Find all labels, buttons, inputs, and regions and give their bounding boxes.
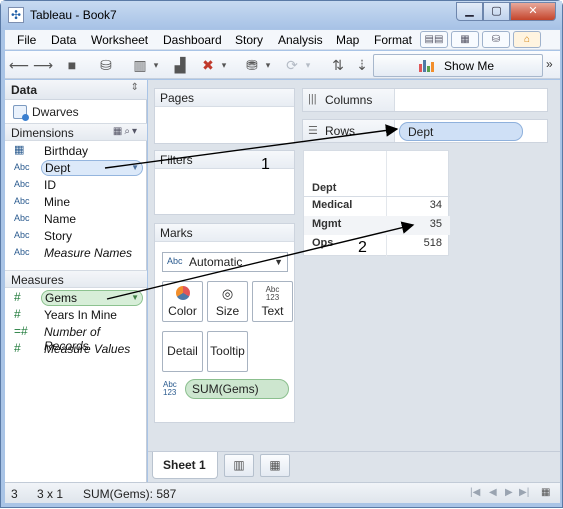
annotation-arrows bbox=[104, 124, 415, 300]
annotation-step-two: 2 bbox=[358, 239, 367, 256]
arrow-dept-to-rows bbox=[104, 124, 399, 169]
tableau-window: ✣ Tableau - Book7 ▁ ▢ ✕ File Data Worksh… bbox=[0, 0, 563, 508]
annotation-step-one: 1 bbox=[261, 156, 270, 173]
arrow-gems-to-view bbox=[106, 221, 415, 300]
